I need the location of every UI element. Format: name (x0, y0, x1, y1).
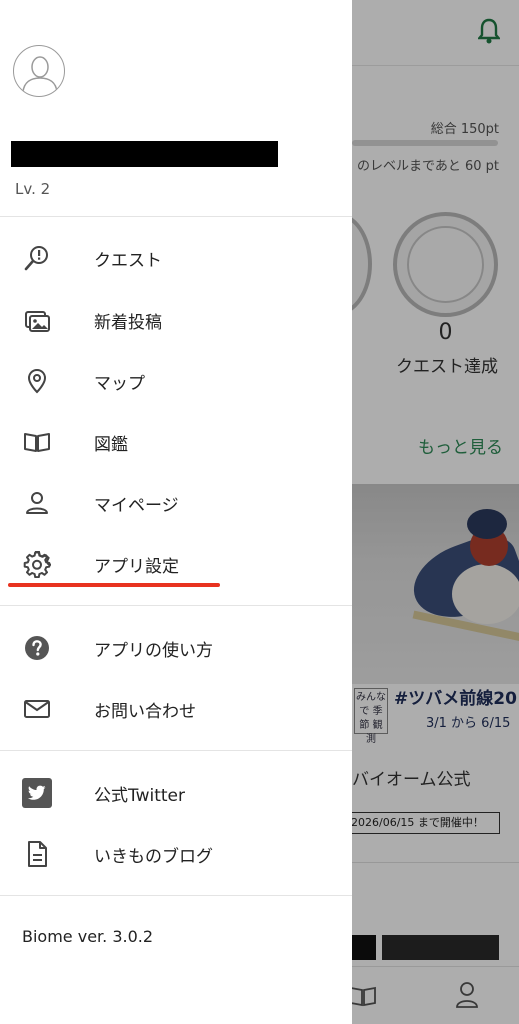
help-icon (22, 633, 52, 663)
menu-item-quest[interactable]: クエスト (0, 230, 352, 286)
navigation-drawer: Lv. 2 クエスト 新着投稿 マップ 図鑑 マイページ アプリ設定 アプリの使… (0, 0, 352, 1024)
menu-item-contact[interactable]: お問い合わせ (0, 681, 352, 737)
user-level: Lv. 2 (15, 180, 51, 198)
menu-item-how-to-use[interactable]: アプリの使い方 (0, 620, 352, 676)
user-name-redacted (11, 141, 278, 167)
menu-label: マイページ (94, 495, 179, 516)
mail-icon (22, 694, 52, 724)
divider (0, 605, 352, 606)
menu-label: いきものブログ (94, 846, 213, 867)
menu-label: 新着投稿 (94, 312, 162, 333)
divider (0, 895, 352, 896)
divider (0, 750, 352, 751)
divider (0, 216, 352, 217)
menu-label: 図鑑 (94, 434, 128, 455)
menu-label: アプリ設定 (94, 556, 179, 577)
menu-label: クエスト (94, 250, 162, 271)
person-icon (22, 488, 52, 518)
menu-label: アプリの使い方 (94, 640, 213, 661)
menu-label: マップ (94, 373, 145, 394)
app-version: Biome ver. 3.0.2 (22, 927, 154, 946)
menu-item-twitter[interactable]: 公式Twitter (0, 765, 352, 821)
user-avatar-icon (22, 56, 58, 93)
avatar[interactable] (13, 45, 65, 97)
highlight-underline (8, 583, 220, 587)
quest-search-icon (22, 243, 52, 273)
map-pin-icon (22, 366, 52, 396)
photos-icon (22, 305, 52, 335)
gear-icon (22, 549, 52, 579)
menu-item-map[interactable]: マップ (0, 353, 352, 409)
menu-label: 公式Twitter (94, 785, 185, 806)
menu-item-encyclopedia[interactable]: 図鑑 (0, 414, 352, 470)
menu-label: お問い合わせ (94, 701, 196, 722)
book-icon (22, 427, 52, 457)
menu-item-my-page[interactable]: マイページ (0, 475, 352, 531)
menu-item-blog[interactable]: いきものブログ (0, 826, 352, 882)
twitter-icon (22, 778, 52, 808)
document-icon (22, 839, 52, 869)
menu-item-new-posts[interactable]: 新着投稿 (0, 292, 352, 348)
